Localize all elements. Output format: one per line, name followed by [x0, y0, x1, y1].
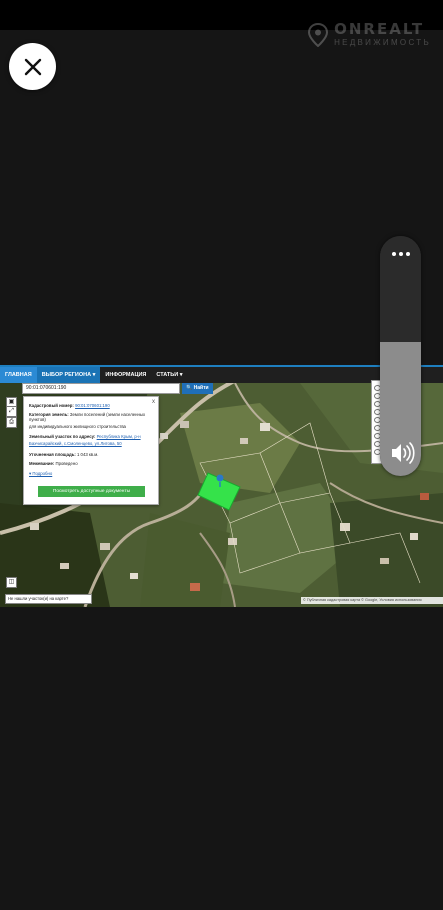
cadastral-search-input[interactable]: 90:01:070601:190 [22, 383, 180, 394]
location-pin-icon [308, 22, 329, 47]
card-boundary-row: Межевание: Проведено [29, 461, 78, 466]
find-button-label: Найти [193, 385, 209, 391]
address-link-2[interactable]: Бахчисарайский, с.Смоленцево, ул.Литова,… [29, 441, 122, 446]
media-background [0, 607, 443, 910]
fullscreen-tool-icon[interactable]: ⤢ [6, 406, 17, 417]
card-close-icon[interactable]: x [152, 399, 155, 405]
address-label: Земельный участок по адресу: [29, 434, 96, 439]
close-icon [24, 58, 41, 75]
address-link[interactable]: Республика Крым, р-н [97, 434, 141, 439]
volume-icon[interactable] [386, 439, 416, 467]
onrealt-watermark: ONREALT НЕДВИЖИМОСТЬ [308, 22, 431, 47]
cadastral-search: 90:01:070601:190 🔍 Найти [22, 383, 213, 394]
close-button[interactable] [9, 43, 56, 90]
more-dots-icon[interactable] [389, 249, 412, 259]
parcel-not-found-hint[interactable]: Не нашли участок(и) на карте? [5, 594, 92, 604]
nav-main[interactable]: ГЛАВНАЯ [0, 367, 37, 383]
nav-articles[interactable]: СТАТЬИ ▾ [151, 367, 187, 383]
card-cadastral-row: Кадастровый номер: 90:01:070601:190 [29, 403, 110, 408]
map-copyright: © Публичная кадастровая карта © Google, … [301, 597, 443, 604]
boundary-value: Проведено [55, 461, 78, 466]
volume-pill[interactable] [380, 236, 421, 476]
parcel-info-card: x Кадастровый номер: 90:01:070601:190 Ка… [23, 396, 159, 505]
details-link[interactable]: ▾ Подробно [29, 471, 52, 477]
area-value: 1 043 кв.м. [76, 452, 99, 457]
card-category-extra: для индивидуального жилищного строительс… [29, 424, 126, 429]
view-documents-button[interactable]: Посмотреть доступные документы [38, 486, 145, 497]
print-tool-icon[interactable]: ⎙ [6, 417, 17, 428]
watermark-subtitle: НЕДВИЖИМОСТЬ [334, 38, 431, 47]
map-type-tool-icon[interactable]: ◫ [6, 577, 17, 588]
card-category-row: Категория земель: Земли поселений (земли… [29, 412, 158, 422]
nav-region[interactable]: ВЫБОР РЕГИОНА ▾ [36, 367, 101, 383]
area-label: Уточненная площадь: [29, 452, 76, 457]
watermark-brand: ONREALT [334, 20, 425, 38]
boundary-label: Межевание: [29, 461, 55, 466]
nav-info[interactable]: ИНФОРМАЦИЯ [100, 367, 151, 383]
card-area-row: Уточненная площадь: 1 043 кв.м. [29, 452, 98, 457]
cadastral-link[interactable]: 90:01:070601:190 [75, 403, 110, 408]
find-button[interactable]: 🔍 Найти [182, 383, 213, 394]
cadastral-label: Кадастровый номер: [29, 403, 74, 408]
card-address-row: Земельный участок по адресу: Республика … [29, 434, 141, 439]
